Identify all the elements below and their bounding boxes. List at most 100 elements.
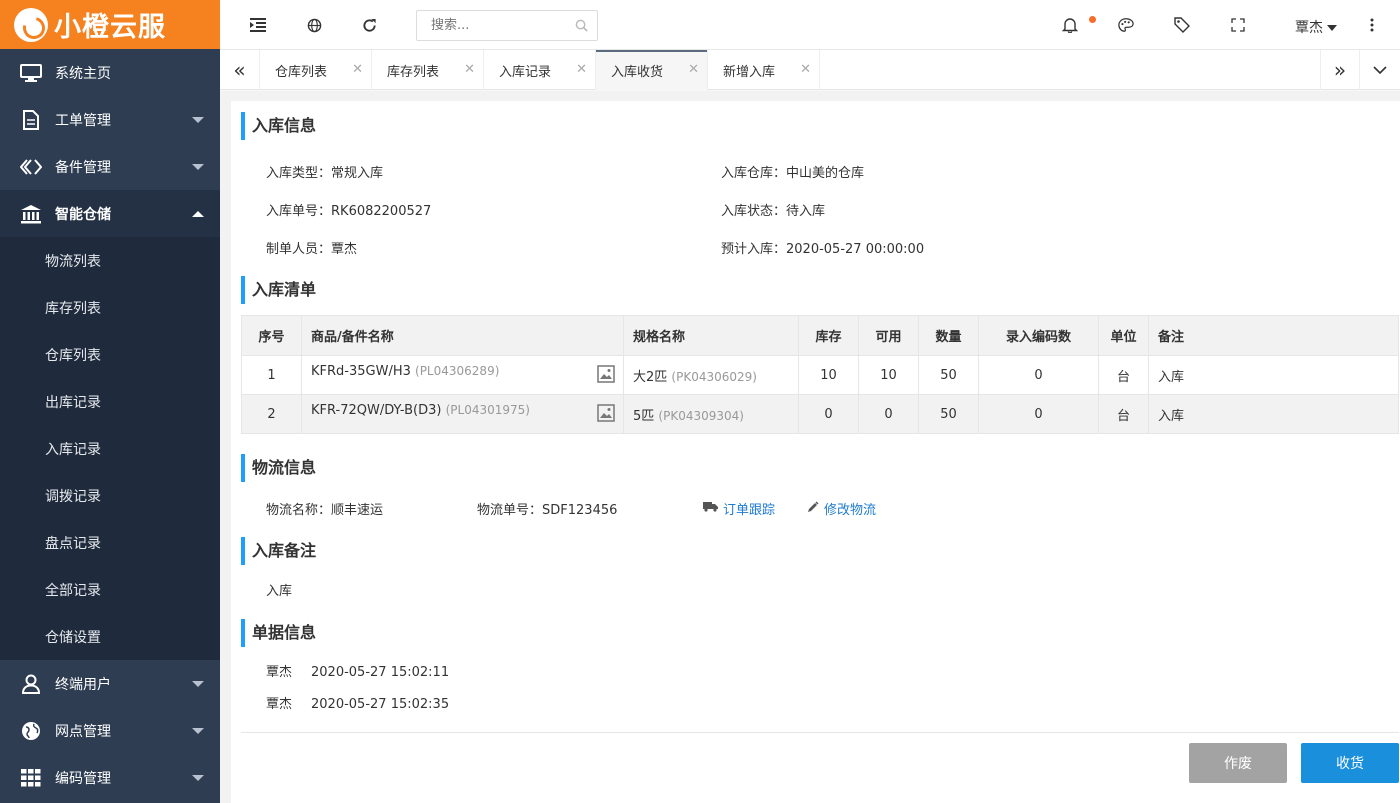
sidebar-item-label: 工单管理 xyxy=(55,112,111,129)
close-icon[interactable]: ✕ xyxy=(464,62,475,77)
inbound-eta-label: 预计入库： xyxy=(721,242,787,257)
unit-cell: 台 xyxy=(1098,394,1149,434)
sidebar-item-label: 系统主页 xyxy=(55,65,111,82)
column-header: 序号 xyxy=(241,315,302,356)
search-input[interactable] xyxy=(416,10,598,41)
inbound-status: 入库状态：待入库 xyxy=(721,200,825,219)
edit-logistics-link[interactable]: 修改物流 xyxy=(807,499,876,518)
bell-icon[interactable] xyxy=(1062,17,1078,33)
tabs-scroll-left-icon[interactable]: « xyxy=(220,50,260,90)
more-vertical-icon[interactable] xyxy=(1364,17,1380,33)
section-title-remark: 入库备注 xyxy=(241,537,316,565)
tab-inbound-receive[interactable]: 入库收货 ✕ xyxy=(596,50,708,90)
section-title-inbound-list: 入库清单 xyxy=(241,276,316,304)
section-title-inbound-info: 入库信息 xyxy=(241,112,316,140)
submenu-item-warehouses[interactable]: 仓库列表 xyxy=(0,331,220,378)
close-icon[interactable]: ✕ xyxy=(688,62,699,77)
order-tracking-link[interactable]: 订单跟踪 xyxy=(703,499,775,518)
remark-text: 入库 xyxy=(266,584,293,599)
receive-button[interactable]: 收货 xyxy=(1301,743,1399,783)
tabs-dropdown-icon[interactable] xyxy=(1360,50,1400,90)
tab-stock-list[interactable]: 库存列表 ✕ xyxy=(372,50,484,90)
submenu-item-transfer[interactable]: 调拨记录 xyxy=(0,472,220,519)
tag-icon[interactable] xyxy=(1174,17,1190,33)
inbound-number-label: 入库单号： xyxy=(266,204,332,219)
column-header: 录入编码数 xyxy=(978,315,1099,356)
spec-name: 5匹 xyxy=(633,408,655,424)
sidebar-item-codes[interactable]: 编码管理 xyxy=(0,754,220,801)
sidebar-item-parts[interactable]: 备件管理 xyxy=(0,143,220,190)
submenu-item-logistics[interactable]: 物流列表 xyxy=(0,237,220,284)
note-cell: 入库 xyxy=(1148,394,1399,434)
fullscreen-icon[interactable] xyxy=(1230,17,1246,33)
inbound-warehouse-label: 入库仓库： xyxy=(721,166,787,181)
submenu-item-inbound[interactable]: 入库记录 xyxy=(0,425,220,472)
column-header: 数量 xyxy=(918,315,979,356)
search-icon[interactable] xyxy=(575,19,588,36)
submenu-item-inventory-check[interactable]: 盘点记录 xyxy=(0,519,220,566)
inbound-eta: 预计入库：2020-05-27 00:00:00 xyxy=(721,238,924,257)
coded-count-cell: 0 xyxy=(978,355,1099,395)
globe-icon[interactable] xyxy=(306,17,322,33)
refresh-icon[interactable] xyxy=(361,17,377,33)
submenu-item-settings[interactable]: 仓储设置 xyxy=(0,613,220,660)
sidebar-item-home[interactable]: 系统主页 xyxy=(0,49,220,96)
inbound-status-value: 待入库 xyxy=(786,204,826,219)
table-row: 1 KFRd-35GW/H3 (PL04306289) 大2匹 (PK04306… xyxy=(241,355,1399,395)
note-cell: 入库 xyxy=(1148,355,1399,395)
table-header-row: 序号 商品/备件名称 规格名称 库存 可用 数量 录入编码数 单位 备注 xyxy=(241,315,1399,356)
submenu-item-all-records[interactable]: 全部记录 xyxy=(0,566,220,613)
tab-label: 库存列表 xyxy=(387,64,440,80)
spec-code: (PK04306029) xyxy=(671,369,757,384)
inbound-maker-value: 覃杰 xyxy=(331,242,358,257)
close-icon[interactable]: ✕ xyxy=(352,62,363,77)
product-name-cell: KFRd-35GW/H3 (PL04306289) xyxy=(301,355,624,395)
column-header: 库存 xyxy=(798,315,859,356)
tab-warehouse-list[interactable]: 仓库列表 ✕ xyxy=(260,50,372,90)
user-menu[interactable]: 覃杰 xyxy=(1295,17,1337,37)
sidebar-item-workorder[interactable]: 工单管理 xyxy=(0,96,220,143)
table-row: 2 KFR-72QW/DY-B(D3) (PL04301975) 5匹 (PK0… xyxy=(241,394,1399,434)
product-name-cell: KFR-72QW/DY-B(D3) (PL04301975) xyxy=(301,394,624,434)
caret-down-icon xyxy=(1327,25,1337,31)
document-time: 2020-05-27 15:02:11 xyxy=(311,665,450,680)
tab-new-inbound[interactable]: 新增入库 ✕ xyxy=(708,50,820,90)
globe-icon xyxy=(20,721,42,741)
column-header: 商品/备件名称 xyxy=(301,315,624,356)
logo[interactable]: 小橙云服 xyxy=(0,0,220,49)
sidebar-item-label: 编码管理 xyxy=(55,770,111,787)
sidebar-item-outlets[interactable]: 网点管理 xyxy=(0,707,220,754)
product-code: (PL04306289) xyxy=(415,363,500,378)
inbound-type-label: 入库类型： xyxy=(266,166,332,181)
submenu-item-stock[interactable]: 库存列表 xyxy=(0,284,220,331)
submenu-item-outbound[interactable]: 出库记录 xyxy=(0,378,220,425)
column-header: 规格名称 xyxy=(623,315,799,356)
logistics-name-value: 顺丰速运 xyxy=(331,503,384,518)
palette-icon[interactable] xyxy=(1118,17,1134,33)
tabs-scroll-right-icon[interactable]: » xyxy=(1320,50,1360,90)
warehouse-submenu: 物流列表 库存列表 仓库列表 出库记录 入库记录 调拨记录 盘点记录 全部记录 … xyxy=(0,237,220,660)
row-index: 1 xyxy=(241,355,302,395)
void-button[interactable]: 作废 xyxy=(1189,743,1287,783)
top-header: 覃杰 xyxy=(220,0,1400,50)
sidebar-item-end-users[interactable]: 终端用户 xyxy=(0,660,220,707)
notification-dot xyxy=(1089,16,1096,23)
column-header: 可用 xyxy=(858,315,919,356)
menu-collapse-icon[interactable] xyxy=(250,17,266,33)
logistics-name: 物流名称：顺丰速运 xyxy=(266,499,383,518)
tab-label: 仓库列表 xyxy=(275,64,328,80)
pencil-icon xyxy=(807,500,819,517)
sidebar-item-label: 智能仓储 xyxy=(55,206,111,223)
unit-cell: 台 xyxy=(1098,355,1149,395)
tab-label: 入库收货 xyxy=(611,64,664,80)
truck-icon xyxy=(703,501,718,516)
inbound-goods-table: 序号 商品/备件名称 规格名称 库存 可用 数量 录入编码数 单位 备注 1 K… xyxy=(241,315,1399,434)
tab-inbound-records[interactable]: 入库记录 ✕ xyxy=(484,50,596,90)
inbound-warehouse-value: 中山美的仓库 xyxy=(786,166,865,181)
image-icon[interactable] xyxy=(597,403,615,426)
close-icon[interactable]: ✕ xyxy=(800,62,811,77)
quantity-cell: 50 xyxy=(918,355,979,395)
close-icon[interactable]: ✕ xyxy=(576,62,587,77)
sidebar-item-warehouse[interactable]: 智能仓储 xyxy=(0,190,220,237)
image-icon[interactable] xyxy=(597,364,615,387)
